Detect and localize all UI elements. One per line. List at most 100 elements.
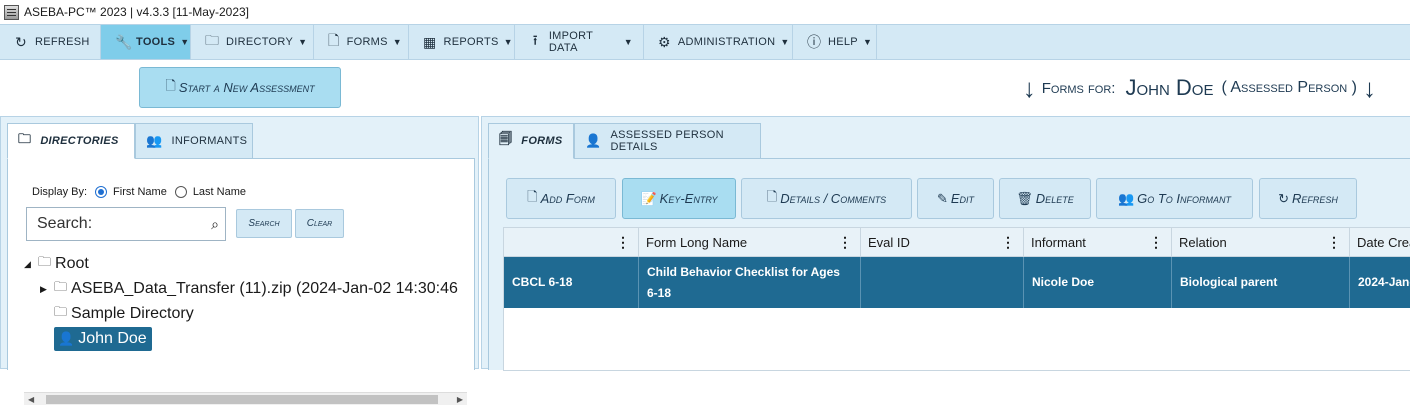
menu-directory[interactable]: 🗀 DIRECTORY ▼	[191, 25, 314, 59]
arrow-down-icon: ↓	[1363, 72, 1376, 103]
menu-refresh-label: REFRESH	[35, 36, 90, 48]
menu-tools-label: TOOLS	[136, 36, 176, 48]
menu-help-label: HELP	[828, 36, 858, 48]
column-menu-icon[interactable]: ⋮	[1149, 228, 1163, 257]
first-name-label: First Name	[113, 186, 167, 198]
cell-relation: Biological parent	[1172, 257, 1350, 308]
first-name-radio[interactable]	[95, 186, 108, 198]
scrollbar-thumb[interactable]	[46, 395, 438, 404]
details-label: Details / Comments	[780, 191, 887, 206]
menu-import-data[interactable]: ⭱ IMPORT DATA ▼	[515, 25, 644, 59]
cell-form: CBCL 6-18	[504, 257, 639, 308]
search-input[interactable]	[37, 215, 197, 233]
main-menu-bar: ↻ REFRESH 🔧 TOOLS ▼ 🗀 DIRECTORY ▼ 🗋 FORM…	[0, 24, 1410, 60]
search-icon: ⌕	[211, 215, 219, 232]
column-header-date-created[interactable]: Date Crea	[1350, 228, 1410, 257]
folder-icon: 🗀	[54, 279, 68, 294]
grid-icon: ▦	[423, 33, 437, 50]
tab-assessed-person-details[interactable]: 👤 ASSESSED PERSON DETAILS	[574, 123, 761, 159]
expand-icon[interactable]: ▶	[40, 284, 54, 295]
upload-icon: ⭱	[532, 32, 538, 48]
new-document-icon: 🗋	[165, 77, 176, 93]
tab-informants[interactable]: 👥 INFORMANTS	[135, 123, 253, 159]
clear-button-label: Clear	[306, 218, 333, 229]
search-field: ⌕	[26, 207, 226, 241]
assessed-person-name: John Doe	[1125, 75, 1214, 100]
search-button[interactable]: Search	[236, 209, 292, 238]
document-icon: 🗋	[766, 188, 778, 204]
menu-forms-label: FORMS	[346, 36, 388, 48]
title-bar: ASEBA-PC™ 2023 | v4.3.3 [11-May-2023]	[0, 0, 1410, 24]
scroll-left-icon[interactable]: ◀	[28, 393, 34, 406]
chevron-down-icon: ▼	[503, 37, 513, 47]
tab-forms[interactable]: 🗐 FORMS	[488, 123, 574, 159]
folder-icon: 🗀	[54, 304, 68, 319]
last-name-radio[interactable]	[174, 186, 187, 198]
refresh-icon: ↻	[14, 33, 28, 50]
column-header-relation[interactable]: Relation ⋮	[1172, 228, 1350, 257]
tree-node-transfer[interactable]: ▶ 🗀 ASEBA_Data_Transfer (11).zip (2024-J…	[40, 277, 458, 301]
start-new-assessment-button[interactable]: 🗋 Start a New Assessment	[139, 67, 341, 108]
scroll-right-icon[interactable]: ▶	[457, 393, 463, 406]
delete-button[interactable]: 🗑 Delete	[999, 178, 1091, 219]
pencil-icon: ✎	[936, 190, 948, 206]
refresh-button[interactable]: ↻ Refresh	[1259, 178, 1357, 219]
menu-reports[interactable]: ▦ REPORTS ▼	[409, 25, 515, 59]
key-entry-button[interactable]: 📝 Key-Entry	[622, 178, 736, 219]
assessed-person-role: ( Assessed Person )	[1221, 79, 1357, 96]
go-informant-label: Go To Informant	[1137, 191, 1232, 206]
tab-directories-label: DIRECTORIES	[40, 135, 119, 147]
collapse-icon[interactable]: ◢	[24, 259, 38, 270]
directories-panel: 🗀 DIRECTORIES 👥 INFORMANTS Display By: F…	[0, 116, 479, 405]
column-header-form-long-name[interactable]: Form Long Name ⋮	[639, 228, 861, 257]
chevron-down-icon: ▼	[623, 37, 633, 47]
documents-icon: 🗐	[499, 131, 513, 146]
column-header-eval-id[interactable]: Eval ID ⋮	[861, 228, 1024, 257]
column-header-form[interactable]: ⋮	[504, 228, 639, 257]
column-menu-icon[interactable]: ⋮	[1327, 228, 1341, 257]
forms-grid: ⋮ Form Long Name ⋮ Eval ID ⋮ Informant ⋮…	[503, 227, 1410, 371]
menu-administration[interactable]: ⚙ ADMINISTRATION ▼	[644, 25, 793, 59]
column-header-informant[interactable]: Informant ⋮	[1024, 228, 1172, 257]
last-name-label: Last Name	[192, 186, 247, 198]
grid-header: ⋮ Form Long Name ⋮ Eval ID ⋮ Informant ⋮…	[504, 228, 1410, 257]
display-by-group: Display By: First Name Last Name	[32, 186, 246, 198]
menu-refresh[interactable]: ↻ REFRESH	[0, 25, 101, 59]
menu-tools[interactable]: 🔧 TOOLS ▼	[101, 25, 191, 59]
person-icon: 👤	[585, 133, 602, 148]
column-relation-label: Relation	[1179, 235, 1227, 250]
start-button-label: Start a New Assessment	[178, 80, 315, 95]
menu-help[interactable]: ⓘ HELP ▼	[793, 25, 877, 59]
forms-content: 🗋 Add Form 📝 Key-Entry 🗋 Details / Comme…	[488, 158, 1410, 371]
tree-node-sample-directory[interactable]: 🗀 Sample Directory	[54, 302, 194, 326]
tree-person-label: John Doe	[78, 330, 147, 347]
column-eval-id-label: Eval ID	[868, 235, 910, 250]
chevron-down-icon: ▼	[180, 37, 190, 47]
folder-icon: 🗀	[205, 32, 220, 48]
column-menu-icon[interactable]: ⋮	[1001, 228, 1015, 257]
column-menu-icon[interactable]: ⋮	[838, 228, 852, 257]
details-comments-button[interactable]: 🗋 Details / Comments	[741, 178, 912, 219]
people-icon: 👥	[146, 133, 163, 148]
edit-button[interactable]: ✎ Edit	[917, 178, 994, 219]
folder-icon: 🗀	[18, 131, 32, 146]
forms-for-header: ↓ Forms for: John Doe ( Assessed Person …	[1017, 70, 1382, 106]
menu-admin-label: ADMINISTRATION	[677, 36, 776, 48]
table-row[interactable]: CBCL 6-18 Child Behavior Checklist for A…	[504, 257, 1410, 308]
add-form-button[interactable]: 🗋 Add Form	[506, 178, 616, 219]
tree-node-root[interactable]: ◢ 🗀 Root	[24, 252, 89, 276]
tab-directories[interactable]: 🗀 DIRECTORIES	[7, 123, 135, 159]
tree-node-john-doe[interactable]: 👤 John Doe	[54, 327, 152, 351]
cell-form-long-name: Child Behavior Checklist for Ages 6-18	[639, 257, 861, 308]
display-by-label: Display By:	[32, 186, 88, 198]
cell-eval-id	[861, 257, 1024, 308]
chevron-down-icon: ▼	[780, 37, 790, 47]
tree-horizontal-scrollbar[interactable]: ◀ ▶	[24, 392, 467, 405]
people-icon: 👥	[1117, 190, 1135, 206]
menu-directory-label: DIRECTORY	[226, 36, 294, 48]
go-to-informant-button[interactable]: 👥 Go To Informant	[1096, 178, 1253, 219]
menu-forms[interactable]: 🗋 FORMS ▼	[314, 25, 409, 59]
clear-button[interactable]: Clear	[295, 209, 344, 238]
column-menu-icon[interactable]: ⋮	[616, 228, 630, 257]
tab-forms-label: FORMS	[521, 135, 563, 147]
